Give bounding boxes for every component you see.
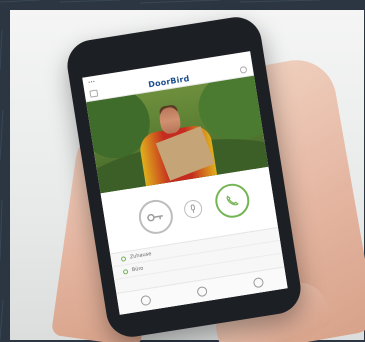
- refresh-icon[interactable]: [239, 65, 248, 74]
- history-icon[interactable]: [196, 285, 208, 298]
- open-door-button[interactable]: [136, 197, 176, 237]
- key-icon: [147, 213, 163, 222]
- list-item-label: Zuhause: [129, 251, 152, 261]
- list-item-label: Büro: [131, 265, 144, 274]
- door-list-icon[interactable]: [89, 89, 99, 98]
- settings-icon[interactable]: [252, 276, 264, 289]
- door-icon[interactable]: [140, 294, 152, 307]
- photo-scene: ••• DoorBird Zuhause Büro: [0, 0, 365, 342]
- status-dot-icon: [122, 268, 129, 275]
- phone-screen: ••• DoorBird Zuhause Büro: [82, 51, 288, 315]
- answer-call-button[interactable]: [212, 181, 252, 221]
- status-dot-icon: [120, 255, 127, 262]
- microphone-icon: [190, 204, 196, 213]
- carrier-text: •••: [87, 78, 96, 85]
- phone-icon: [226, 195, 239, 206]
- microphone-button[interactable]: [182, 198, 204, 220]
